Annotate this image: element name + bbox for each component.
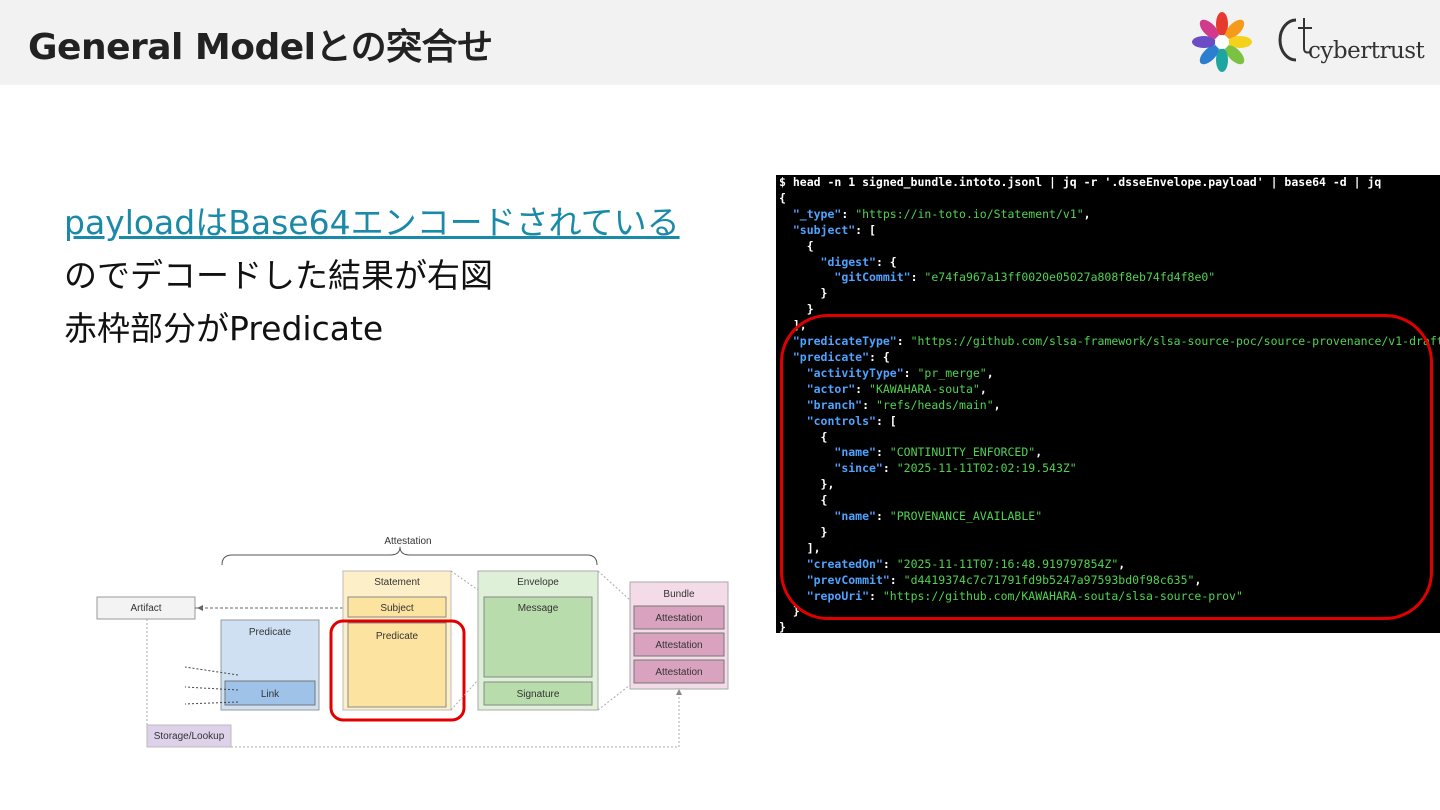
predicate-highlight-oval [780,314,1433,620]
explanation-text: payloadはBase64エンコードされている のでデコードした結果が右図 赤… [64,196,764,355]
subject-label: Subject [380,603,414,614]
storage-label: Storage/Lookup [154,731,225,742]
cybertrust-logo-text: cybertrust [1308,38,1425,64]
general-model-diagram: Attestation Artifact Predicate Link Stat… [96,536,729,748]
bundle-attestation-1-label: Attestation [655,613,702,624]
statement-predicate-label: Predicate [376,631,419,642]
signature-label: Signature [517,689,560,700]
base64-link[interactable]: payloadはBase64エンコードされている [64,203,680,242]
link-label: Link [261,689,280,700]
slide-header: General Modelとの突合せ cybertrust [0,0,1440,85]
bundle-attestation-3-label: Attestation [655,667,702,678]
statement-label: Statement [374,577,420,588]
artifact-label: Artifact [130,603,161,614]
predicate-box-label: Predicate [249,627,292,638]
envelope-label: Envelope [517,577,559,588]
diagram-attestation-label: Attestation [384,536,431,547]
bundle-attestation-2-label: Attestation [655,640,702,651]
bundle-label: Bundle [663,589,695,600]
explanation-line-3: 赤枠部分がPredicate [64,309,384,348]
terminal-command: $ head -n 1 signed_bundle.intoto.jsonl |… [779,175,1382,189]
slide-title: General Modelとの突合せ [28,27,493,68]
explanation-line-2: のでデコードした結果が右図 [64,256,493,295]
flower-logo-icon [1192,12,1252,72]
message-label: Message [518,603,559,614]
